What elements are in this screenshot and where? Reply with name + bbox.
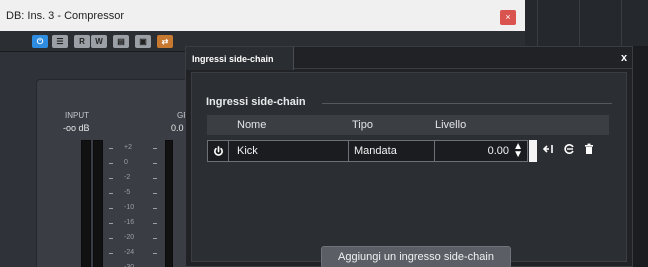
meter-scale-tick bbox=[153, 178, 157, 179]
meter-scale-tick bbox=[109, 193, 113, 194]
table-row: Kick Mandata 0.00 ▲ ▼ bbox=[207, 140, 609, 162]
meter-scale-label: -2 bbox=[124, 174, 131, 181]
section-divider bbox=[322, 103, 612, 104]
grid-line bbox=[579, 0, 580, 46]
input-meter-value: -oo dB bbox=[63, 123, 90, 133]
edit-icon[interactable] bbox=[561, 143, 577, 159]
dialog-content: Ingressi side-chain Nome Tipo Livello Ki… bbox=[191, 72, 627, 267]
meter-scale-tick bbox=[109, 238, 113, 239]
meter-scale-tick bbox=[109, 178, 113, 179]
power-icon[interactable]: ⏻ bbox=[32, 35, 48, 48]
row-type-cell[interactable]: Mandata bbox=[348, 140, 435, 162]
dialog-close-button[interactable]: x bbox=[621, 52, 627, 64]
meter-scale-tick bbox=[153, 148, 157, 149]
compressor-panel: INPUT -oo dB GR 0.0 d +2 0 -2 -5 -10 -16 -20 -2… bbox=[0, 52, 206, 267]
color-swatch[interactable] bbox=[529, 140, 537, 162]
meter-scale-tick bbox=[109, 208, 113, 209]
input-meter-label: INPUT bbox=[65, 111, 89, 120]
dialog-header: Ingressi side-chain x bbox=[186, 47, 632, 70]
meter-scale-label: -20 bbox=[124, 234, 135, 241]
tab-sidechain-inputs[interactable]: Ingressi side-chain bbox=[186, 47, 294, 70]
column-header-level: Livello bbox=[435, 119, 467, 131]
window-titlebar: DB: Ins. 3 - Compressor × bbox=[0, 0, 525, 31]
window-title: DB: Ins. 3 - Compressor bbox=[6, 10, 124, 22]
column-header-type: Tipo bbox=[352, 119, 373, 131]
sidechain-icon[interactable]: ▤ bbox=[113, 35, 129, 48]
meter-scale-tick bbox=[109, 163, 113, 164]
meter-scale-label: -24 bbox=[124, 249, 135, 256]
window-close-button[interactable]: × bbox=[500, 10, 516, 25]
meter-scale-tick bbox=[153, 253, 157, 254]
trash-icon[interactable] bbox=[581, 143, 597, 159]
meter-scale-label: +2 bbox=[124, 144, 132, 151]
table-header: Nome Tipo Livello bbox=[207, 115, 609, 135]
routing-icon[interactable]: ⇄ bbox=[157, 35, 173, 48]
meter-scale-tick bbox=[109, 253, 113, 254]
meter-scale-tick bbox=[153, 223, 157, 224]
column-header-name: Nome bbox=[237, 119, 267, 131]
meter-scale-tick bbox=[109, 148, 113, 149]
input-meter-bar-right bbox=[93, 140, 103, 267]
meter-scale-label: -10 bbox=[124, 204, 135, 211]
meter-scale-label: 0 bbox=[124, 159, 128, 166]
row-level-value: 0.00 bbox=[487, 145, 509, 157]
section-title: Ingressi side-chain bbox=[206, 96, 306, 108]
preset-icon[interactable]: ▣ bbox=[135, 35, 151, 48]
grid-line bbox=[621, 0, 622, 46]
meter-scale-tick bbox=[109, 223, 113, 224]
bypass-icon[interactable]: ☰ bbox=[52, 35, 68, 48]
route-input-icon[interactable] bbox=[541, 143, 557, 159]
row-name-cell[interactable]: Kick bbox=[228, 140, 349, 162]
gr-meter-bar bbox=[165, 140, 173, 267]
meter-scale-tick bbox=[153, 208, 157, 209]
write-icon[interactable]: W bbox=[91, 35, 107, 48]
input-meter-bar-left bbox=[81, 140, 91, 267]
grid-line bbox=[537, 0, 538, 46]
meter-scale-tick bbox=[153, 163, 157, 164]
meter-scale-label: -16 bbox=[124, 219, 135, 226]
level-stepper-icon[interactable]: ▲ ▼ bbox=[513, 142, 523, 160]
meter-scale-label: -5 bbox=[124, 189, 131, 196]
project-grid-strip bbox=[525, 0, 648, 46]
row-activate-button[interactable] bbox=[207, 140, 229, 162]
meter-scale-tick bbox=[153, 193, 157, 194]
meter-scale-tick bbox=[153, 238, 157, 239]
read-icon[interactable]: R bbox=[74, 35, 90, 48]
meter-section: INPUT -oo dB GR 0.0 d +2 0 -2 -5 -10 -16 -20 -2… bbox=[36, 79, 206, 267]
power-icon bbox=[214, 146, 223, 156]
plugin-window: DB: Ins. 3 - Compressor × ⏻ ☰ R W ▤ ▣ ⇄ … bbox=[0, 0, 648, 267]
row-level-field[interactable]: 0.00 ▲ ▼ bbox=[434, 140, 528, 162]
sidechain-dialog: Ingressi side-chain x Ingressi side-chai… bbox=[185, 46, 633, 267]
add-sidechain-input-button[interactable]: Aggiungi un ingresso side-chain bbox=[321, 246, 511, 267]
